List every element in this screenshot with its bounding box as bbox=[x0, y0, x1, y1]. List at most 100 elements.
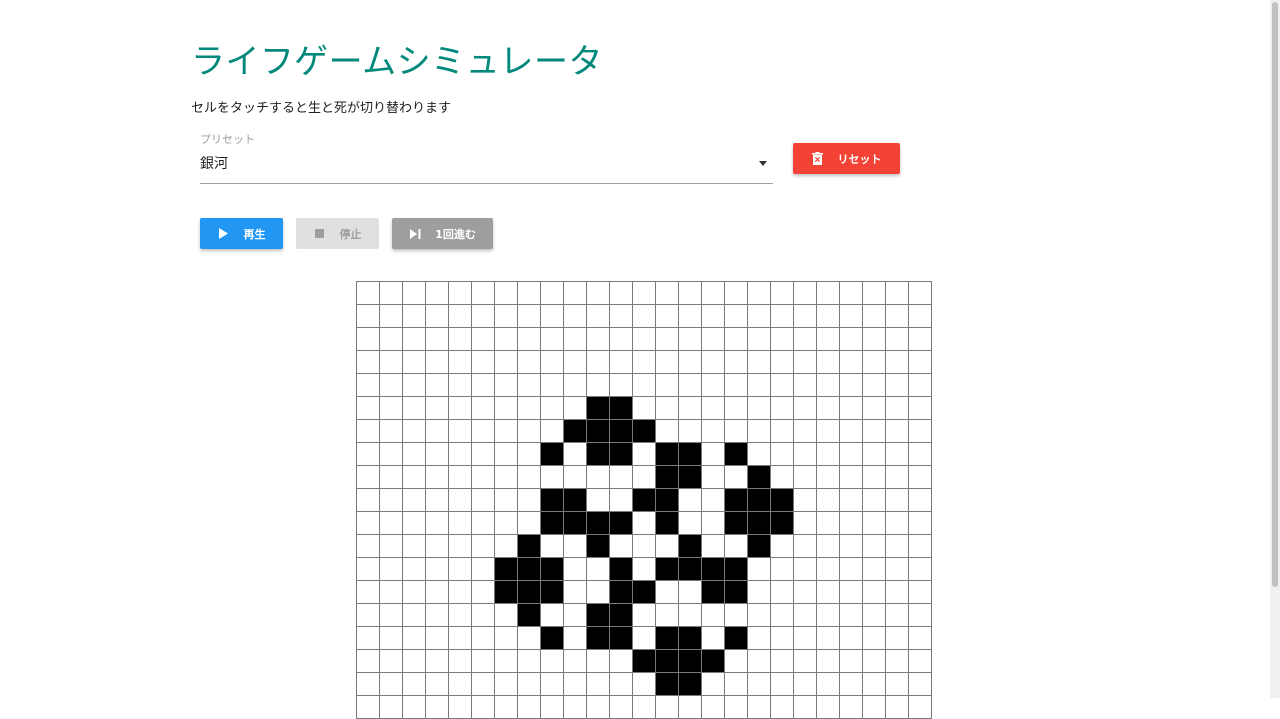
grid-cell[interactable] bbox=[863, 282, 885, 304]
grid-cell[interactable] bbox=[748, 627, 770, 649]
grid-cell[interactable] bbox=[426, 374, 448, 396]
grid-cell[interactable] bbox=[840, 351, 862, 373]
play-button[interactable]: 再生 bbox=[200, 218, 283, 249]
grid-cell[interactable] bbox=[725, 282, 747, 304]
grid-cell[interactable] bbox=[357, 374, 379, 396]
step-button[interactable]: 1回進む bbox=[392, 218, 493, 249]
grid-cell[interactable] bbox=[449, 282, 471, 304]
grid-cell[interactable] bbox=[702, 305, 724, 327]
grid-cell[interactable] bbox=[656, 374, 678, 396]
grid-cell[interactable] bbox=[863, 604, 885, 626]
grid-cell[interactable] bbox=[633, 466, 655, 488]
grid-cell[interactable] bbox=[495, 466, 517, 488]
grid-cell[interactable] bbox=[472, 558, 494, 580]
grid-cell[interactable] bbox=[633, 696, 655, 718]
grid-cell-alive[interactable] bbox=[679, 535, 701, 557]
grid-cell[interactable] bbox=[748, 604, 770, 626]
grid-cell[interactable] bbox=[702, 282, 724, 304]
grid-cell-alive[interactable] bbox=[656, 650, 678, 672]
grid-cell[interactable] bbox=[656, 305, 678, 327]
grid-cell[interactable] bbox=[495, 397, 517, 419]
grid-cell[interactable] bbox=[564, 282, 586, 304]
grid-cell[interactable] bbox=[587, 374, 609, 396]
grid-cell[interactable] bbox=[679, 282, 701, 304]
grid-cell[interactable] bbox=[909, 489, 931, 511]
grid-cell[interactable] bbox=[863, 512, 885, 534]
grid-cell-alive[interactable] bbox=[587, 443, 609, 465]
grid-cell[interactable] bbox=[817, 282, 839, 304]
grid-cell[interactable] bbox=[472, 466, 494, 488]
grid-cell[interactable] bbox=[518, 673, 540, 695]
grid-cell[interactable] bbox=[679, 374, 701, 396]
grid-cell[interactable] bbox=[426, 305, 448, 327]
grid-cell[interactable] bbox=[610, 466, 632, 488]
grid-cell-alive[interactable] bbox=[725, 627, 747, 649]
grid-cell[interactable] bbox=[794, 374, 816, 396]
grid-cell[interactable] bbox=[771, 305, 793, 327]
grid-cell[interactable] bbox=[702, 604, 724, 626]
grid-cell[interactable] bbox=[725, 466, 747, 488]
grid-cell-alive[interactable] bbox=[610, 581, 632, 603]
grid-cell[interactable] bbox=[817, 305, 839, 327]
grid-cell-alive[interactable] bbox=[587, 420, 609, 442]
grid-cell[interactable] bbox=[840, 397, 862, 419]
grid-cell[interactable] bbox=[518, 650, 540, 672]
grid-cell[interactable] bbox=[817, 673, 839, 695]
grid-cell[interactable] bbox=[403, 466, 425, 488]
grid-cell[interactable] bbox=[472, 650, 494, 672]
grid-cell[interactable] bbox=[449, 512, 471, 534]
grid-cell[interactable] bbox=[380, 351, 402, 373]
grid-cell-alive[interactable] bbox=[587, 512, 609, 534]
grid-cell[interactable] bbox=[449, 650, 471, 672]
grid-cell[interactable] bbox=[449, 420, 471, 442]
grid-cell[interactable] bbox=[472, 420, 494, 442]
stop-button[interactable]: 停止 bbox=[296, 218, 379, 249]
grid-cell[interactable] bbox=[863, 443, 885, 465]
grid-cell[interactable] bbox=[817, 351, 839, 373]
grid-cell-alive[interactable] bbox=[679, 558, 701, 580]
grid-cell[interactable] bbox=[863, 420, 885, 442]
grid-cell-alive[interactable] bbox=[679, 627, 701, 649]
grid-cell-alive[interactable] bbox=[610, 604, 632, 626]
grid-cell[interactable] bbox=[472, 604, 494, 626]
grid-cell[interactable] bbox=[771, 558, 793, 580]
grid-cell[interactable] bbox=[518, 696, 540, 718]
grid-cell[interactable] bbox=[472, 374, 494, 396]
grid-cell[interactable] bbox=[840, 420, 862, 442]
grid-cell[interactable] bbox=[771, 650, 793, 672]
grid-cell[interactable] bbox=[679, 305, 701, 327]
preset-select[interactable]: プリセット 銀河 bbox=[200, 131, 773, 184]
grid-cell[interactable] bbox=[380, 673, 402, 695]
grid-cell[interactable] bbox=[909, 535, 931, 557]
grid-cell-alive[interactable] bbox=[495, 558, 517, 580]
grid-cell-alive[interactable] bbox=[587, 604, 609, 626]
grid-cell[interactable] bbox=[886, 673, 908, 695]
grid-cell[interactable] bbox=[495, 673, 517, 695]
grid-cell[interactable] bbox=[794, 558, 816, 580]
grid-cell-alive[interactable] bbox=[518, 558, 540, 580]
grid-cell[interactable] bbox=[725, 673, 747, 695]
grid-cell[interactable] bbox=[817, 443, 839, 465]
grid-cell[interactable] bbox=[748, 397, 770, 419]
grid-cell[interactable] bbox=[909, 351, 931, 373]
grid-cell[interactable] bbox=[495, 443, 517, 465]
grid-cell[interactable] bbox=[817, 558, 839, 580]
grid-cell[interactable] bbox=[426, 650, 448, 672]
grid-cell[interactable] bbox=[794, 650, 816, 672]
grid-cell[interactable] bbox=[725, 696, 747, 718]
grid-cell[interactable] bbox=[472, 673, 494, 695]
grid-cell[interactable] bbox=[587, 328, 609, 350]
grid-cell[interactable] bbox=[564, 696, 586, 718]
grid-cell[interactable] bbox=[886, 374, 908, 396]
grid-cell[interactable] bbox=[817, 397, 839, 419]
grid-cell[interactable] bbox=[817, 328, 839, 350]
grid-cell[interactable] bbox=[656, 696, 678, 718]
grid-cell-alive[interactable] bbox=[564, 512, 586, 534]
grid-cell[interactable] bbox=[564, 558, 586, 580]
grid-cell[interactable] bbox=[357, 512, 379, 534]
grid-cell[interactable] bbox=[495, 650, 517, 672]
grid-cell-alive[interactable] bbox=[656, 673, 678, 695]
grid-cell[interactable] bbox=[380, 466, 402, 488]
grid-cell[interactable] bbox=[725, 604, 747, 626]
grid-cell[interactable] bbox=[886, 305, 908, 327]
